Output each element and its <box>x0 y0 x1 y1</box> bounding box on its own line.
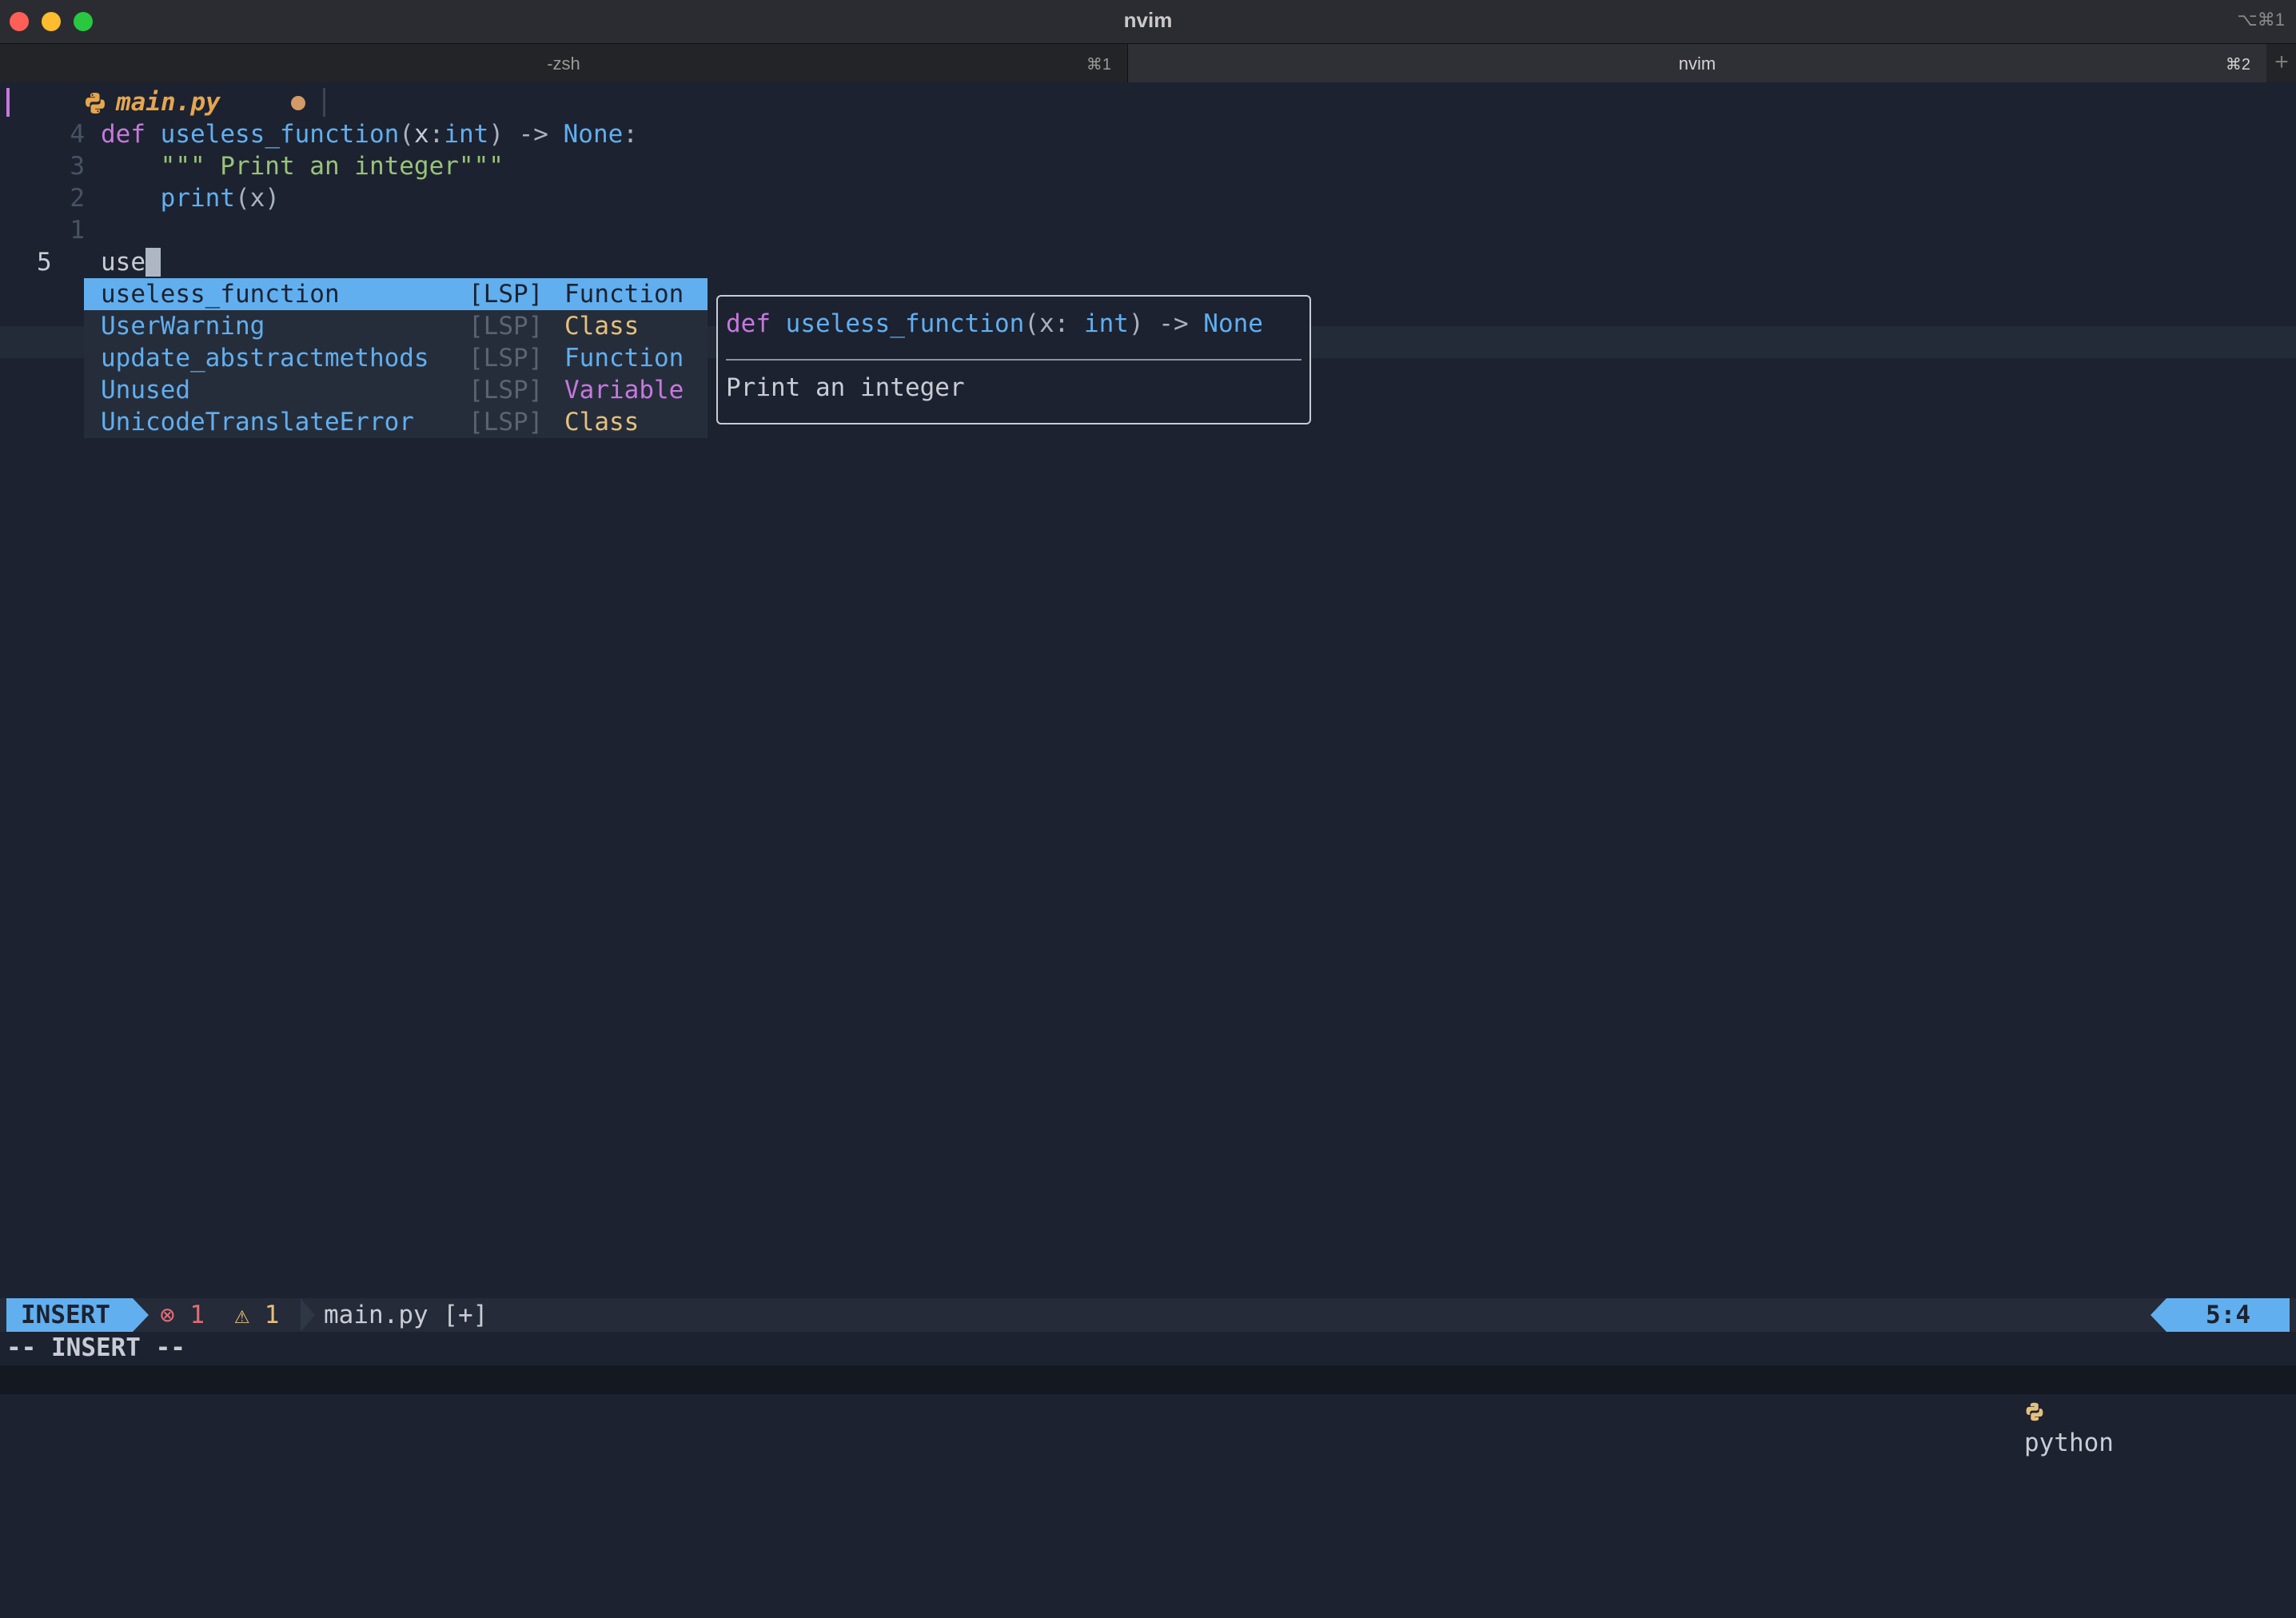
code-line[interactable]: def useless_function(x:int) -> None: <box>101 118 638 150</box>
doc-param-type: int <box>1083 309 1129 338</box>
title-bar: nvim ⌥⌘1 <box>0 0 2296 44</box>
doc-function-name: useless_function <box>785 309 1025 338</box>
code-line[interactable]: """ Print an integer""" <box>101 150 504 182</box>
completion-source: [LSP] <box>468 280 544 309</box>
doc-signature: def useless_function(x: int) -> None <box>726 308 1263 340</box>
current-line-number: 5 <box>37 248 52 277</box>
tab-shortcut: ⌘2 <box>2225 56 2250 74</box>
code-line-current[interactable]: use <box>101 246 161 278</box>
editor-area[interactable]: main.py 4 3 2 1 5 def useless_function(x… <box>0 83 2296 1298</box>
status-filename: main.py [+] <box>324 1301 488 1329</box>
doc-punct: ) -> <box>1128 309 1204 338</box>
token-param: x <box>413 120 429 149</box>
tab-label: -zsh <box>547 54 580 74</box>
statusline: INSERT ⊗ 1 ⚠ 1 main.py [+] python 5:4 <box>0 1298 2296 1457</box>
line-number: 3 <box>70 152 85 181</box>
completion-kind: Function <box>564 344 684 373</box>
completion-word: update_abstractmethods <box>101 344 429 373</box>
buffer-accent-bar <box>6 88 10 117</box>
bufferline: main.py <box>0 83 2296 122</box>
window-bottom-padding <box>0 1365 2296 1394</box>
diagnostics[interactable]: ⊗ 1 ⚠ 1 <box>160 1299 279 1331</box>
completion-item[interactable]: Unused [LSP] Variable <box>84 374 708 406</box>
cursor-position-label: 5:4 <box>2206 1301 2250 1329</box>
mode-label: INSERT <box>21 1301 110 1329</box>
doc-return-type: None <box>1203 309 1263 338</box>
token-punct: : <box>429 120 444 149</box>
command-line[interactable]: -- INSERT -- <box>0 1332 2296 1365</box>
completion-source: [LSP] <box>468 312 544 341</box>
doc-punct: (x: <box>1024 309 1084 338</box>
tab-nvim[interactable]: nvim ⌘2 <box>1128 44 2266 82</box>
error-count: 1 <box>189 1301 205 1329</box>
status-filetype: python <box>1935 1299 2114 1491</box>
completion-kind: Class <box>564 408 640 436</box>
completion-kind: Variable <box>564 376 684 404</box>
completion-kind: Function <box>564 280 684 309</box>
token-return-type: None <box>563 120 624 149</box>
completion-item[interactable]: UnicodeTranslateError [LSP] Class <box>84 406 708 438</box>
diagnostics-separator <box>301 1298 315 1332</box>
token-punct: ( <box>399 120 414 149</box>
mode-indicator: INSERT <box>6 1298 133 1332</box>
completion-source: [LSP] <box>468 344 544 373</box>
window-shortcut: ⌥⌘1 <box>2237 10 2285 30</box>
token-punct: (x) <box>234 184 280 213</box>
completion-word: Unused <box>101 376 190 404</box>
token-punct: ) -> <box>488 120 564 149</box>
tab-zsh[interactable]: -zsh ⌘1 <box>0 44 1128 82</box>
documentation-popup: def useless_function(x: int) -> None Pri… <box>716 295 1311 424</box>
tab-label: nvim <box>1678 54 1716 74</box>
token-type: int <box>444 120 489 149</box>
token-builtin: print <box>160 184 235 213</box>
completion-item-selected[interactable]: useless_function [LSP] Function <box>84 278 708 310</box>
token-punct: : <box>623 120 638 149</box>
token-keyword: def <box>101 120 145 149</box>
completion-source: [LSP] <box>468 376 544 404</box>
completion-item[interactable]: update_abstractmethods [LSP] Function <box>84 342 708 374</box>
language-label: python <box>2023 1429 2114 1457</box>
line-number: 4 <box>70 120 85 149</box>
python-icon <box>2026 1402 2043 1421</box>
completion-source: [LSP] <box>468 408 544 436</box>
cursor-position: 5:4 <box>2166 1298 2290 1332</box>
new-tab-button[interactable]: + <box>2267 44 2296 82</box>
text-cursor <box>145 248 161 277</box>
tab-bar: -zsh ⌘1 nvim ⌘2 + <box>0 44 2296 82</box>
doc-divider <box>726 359 1301 361</box>
typed-text: use <box>101 248 145 277</box>
doc-description: Print an integer <box>726 373 965 402</box>
warning-count: 1 <box>264 1301 280 1329</box>
completion-item[interactable]: UserWarning [LSP] Class <box>84 310 708 342</box>
warning-icon: ⚠ <box>234 1301 250 1329</box>
python-icon <box>86 93 105 114</box>
terminal-window: nvim ⌥⌘1 -zsh ⌘1 nvim ⌘2 + main.py 4 3 2… <box>0 0 2296 1457</box>
line-number: 1 <box>70 216 85 245</box>
position-separator <box>2151 1298 2166 1332</box>
completion-kind: Class <box>564 312 640 341</box>
mode-separator <box>133 1298 149 1332</box>
token-function-name: useless_function <box>160 120 400 149</box>
bufferline-separator <box>323 88 325 117</box>
code-line[interactable]: print(x) <box>101 182 280 214</box>
modified-indicator <box>291 96 305 110</box>
completion-word: useless_function <box>101 280 340 309</box>
buffer-tab-filename[interactable]: main.py <box>116 86 221 118</box>
completion-word: UserWarning <box>101 312 265 341</box>
command-line-text: -- INSERT -- <box>6 1333 185 1362</box>
window-title: nvim <box>1123 8 1173 32</box>
completion-menu[interactable]: useless_function [LSP] Function UserWarn… <box>84 278 708 438</box>
completion-word: UnicodeTranslateError <box>101 408 414 436</box>
token-docstring: """ Print an integer""" <box>160 152 504 181</box>
tab-shortcut: ⌘1 <box>1086 56 1111 74</box>
doc-keyword: def <box>726 309 771 338</box>
error-icon: ⊗ <box>160 1301 175 1329</box>
line-number: 2 <box>70 184 85 213</box>
